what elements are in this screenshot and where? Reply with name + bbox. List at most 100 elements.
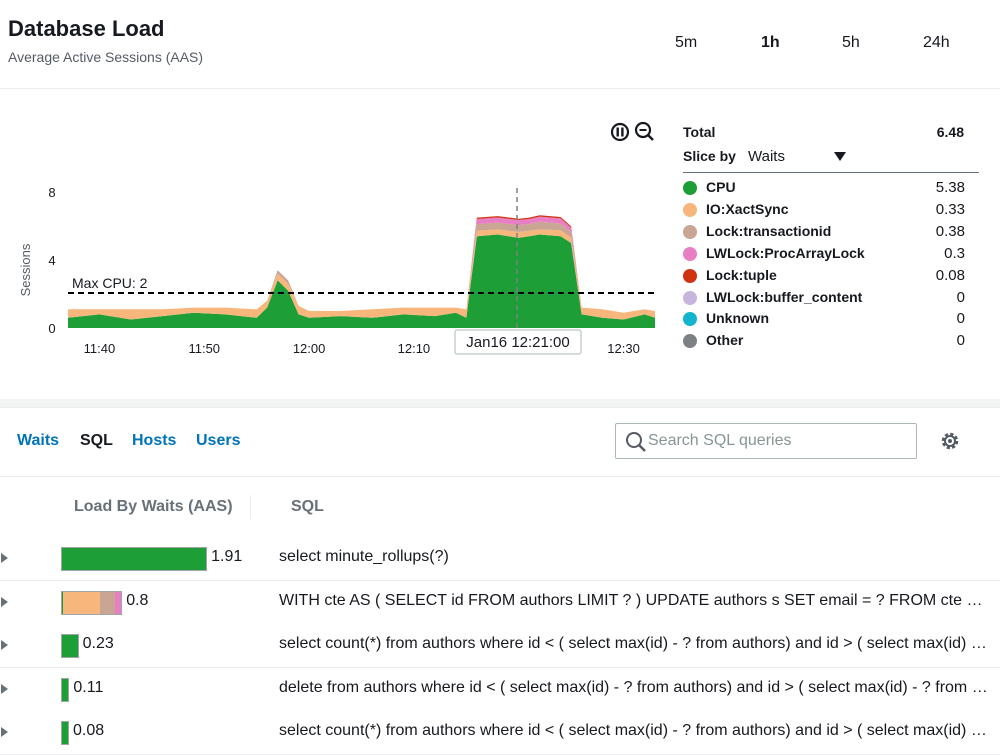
load-value: 0.11 (73, 678, 104, 696)
x-tick-label: 12:10 (398, 341, 431, 356)
load-bar-segment (63, 591, 101, 614)
legend-item[interactable]: Lock:tuple 0.08 (683, 266, 979, 286)
slice-by-label: Slice by (683, 148, 736, 164)
table-row[interactable]: 0.8 WITH cte AS ( SELECT id FROM authors … (0, 580, 1000, 625)
expand-row-icon[interactable] (1, 683, 8, 694)
legend-item-name: Other (706, 332, 744, 348)
legend-item-value: 0.3 (944, 245, 965, 262)
legend-item-name: IO:XactSync (706, 201, 789, 217)
pause-icon[interactable] (610, 122, 630, 142)
legend-item-value: 0 (956, 332, 965, 349)
load-value: 0.23 (82, 635, 114, 652)
tab-sql[interactable]: SQL (80, 432, 113, 450)
legend-item-name: CPU (706, 179, 736, 195)
range-5m-button[interactable]: 5m (675, 34, 697, 52)
sql-text[interactable]: WITH cte AS ( SELECT id FROM authors LIM… (279, 592, 991, 610)
search-input[interactable]: Search SQL queries (615, 423, 917, 459)
range-5h-button[interactable]: 5h (842, 34, 860, 52)
legend-color-dot (683, 269, 697, 283)
legend-color-dot (683, 312, 697, 326)
load-bar (61, 677, 70, 702)
y-axis-label: Sessions (18, 243, 33, 296)
legend-item[interactable]: LWLock:ProcArrayLock 0.3 (683, 244, 979, 264)
legend-color-dot (683, 291, 697, 305)
load-bar-segment (115, 591, 122, 614)
legend-item-value: 5.38 (935, 179, 965, 196)
sql-text[interactable]: select count(*) from authors where id < … (279, 722, 991, 740)
sql-text[interactable]: select minute_rollups(?) (279, 548, 991, 566)
legend-item-name: LWLock:ProcArrayLock (706, 245, 865, 261)
load-bar-segment (62, 722, 68, 744)
load-bar-segment (62, 635, 78, 657)
legend-color-dot (683, 334, 697, 348)
zoom-out-icon[interactable] (634, 121, 654, 141)
column-divider (250, 495, 251, 519)
load-bar (61, 634, 79, 658)
table-row[interactable]: 1.91 select minute_rollups(?) (0, 537, 1000, 581)
expand-row-icon[interactable] (1, 727, 8, 737)
page-subtitle: Average Active Sessions (AAS) (8, 49, 204, 65)
expand-row-icon[interactable] (1, 640, 8, 650)
y-tick-label: 8 (48, 185, 55, 200)
column-header-sql[interactable]: SQL (291, 498, 324, 516)
legend-item[interactable]: Other 0 (683, 331, 979, 351)
load-value: 0.8 (126, 591, 149, 609)
legend-item-value: 0.08 (935, 267, 965, 284)
gear-icon[interactable] (938, 429, 962, 453)
load-chart[interactable]: Sessions 8 4 0 11:40 11:50 12:00 12:10 12:30 M… (0, 110, 680, 390)
y-tick-label: 0 (48, 321, 55, 336)
legend-item[interactable]: Lock:transactionid 0.38 (683, 222, 979, 242)
load-bar-segment (62, 678, 69, 701)
legend-total-value: 6.48 (936, 124, 964, 140)
load-bar (61, 721, 69, 745)
expand-row-icon[interactable] (1, 553, 8, 563)
legend-divider (683, 172, 979, 173)
legend-item-name: Lock:transactionid (706, 223, 832, 239)
legend-item[interactable]: LWLock:buffer_content 0 (683, 288, 979, 308)
search-placeholder: Search SQL queries (648, 432, 792, 449)
section-divider (0, 399, 1000, 408)
load-bar-segment (62, 548, 207, 570)
column-header-load[interactable]: Load By Waits (AAS) (74, 498, 233, 516)
legend-color-dot (683, 225, 697, 239)
y-tick-label: 4 (48, 253, 55, 268)
table-row[interactable]: 0.11 delete from authors where id < ( sel… (0, 667, 1000, 712)
x-tick-label: 11:40 (84, 341, 116, 356)
legend-item[interactable]: CPU 5.38 (683, 178, 979, 198)
legend-item-value: 0.33 (935, 201, 965, 218)
x-tick-label: 12:30 (607, 341, 640, 356)
x-tick-label: 12:00 (293, 341, 326, 356)
page-header: Database Load Average Active Sessions (A… (0, 0, 1000, 89)
legend-color-dot (683, 203, 697, 217)
search-icon (626, 432, 646, 452)
expand-row-icon[interactable] (1, 596, 8, 607)
slice-by-dropdown[interactable]: Waits (748, 148, 848, 168)
legend-item-value: 0 (956, 310, 965, 327)
tab-waits[interactable]: Waits (17, 432, 59, 450)
load-bar (61, 547, 208, 571)
load-bar (61, 590, 123, 615)
table-header: Load By Waits (AAS) SQL (0, 476, 1000, 538)
tooltip-text: Jan16 12:21:00 (466, 334, 569, 351)
load-value: 0.08 (73, 722, 105, 739)
range-24h-button[interactable]: 24h (923, 34, 950, 52)
tooltip: Jan16 12:21:00 (454, 329, 582, 355)
legend-item-name: LWLock:buffer_content (706, 289, 863, 305)
tab-hosts[interactable]: Hosts (132, 432, 176, 450)
load-bar-segment (100, 591, 116, 614)
sql-text[interactable]: select count(*) from authors where id < … (279, 635, 991, 653)
load-value: 1.91 (211, 548, 243, 565)
legend-item-value: 0 (956, 289, 965, 306)
legend-item-value: 0.38 (935, 223, 965, 240)
slice-by-value: Waits (748, 148, 785, 165)
x-tick-label: 11:50 (188, 341, 220, 356)
table-row[interactable]: 0.08 select count(*) from authors where i… (0, 711, 1000, 755)
legend-item[interactable]: IO:XactSync 0.33 (683, 200, 979, 220)
table-row[interactable]: 0.23 select count(*) from authors where i… (0, 624, 1000, 668)
legend-item[interactable]: Unknown 0 (683, 309, 979, 329)
range-1h-button[interactable]: 1h (761, 34, 780, 52)
sql-text[interactable]: delete from authors where id < ( select … (279, 679, 991, 697)
legend-total-label: Total (683, 124, 716, 140)
tab-users[interactable]: Users (196, 432, 240, 450)
page-title: Database Load (8, 16, 165, 41)
